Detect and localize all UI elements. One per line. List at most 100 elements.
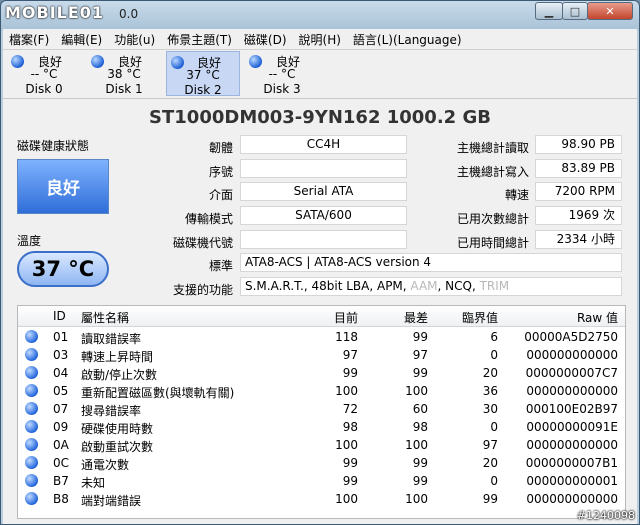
attr-id: B7	[53, 474, 69, 488]
attr-raw: 000100E02B97	[525, 402, 618, 416]
status-dot-icon	[25, 420, 38, 433]
table-row[interactable]: 01 讀取錯誤率 118 99 6 00000A5D2750	[18, 328, 625, 346]
table-row[interactable]: 09 硬碟使用時數 98 98 0 00000000091E	[18, 418, 625, 436]
attr-worst: 97	[412, 348, 428, 362]
attr-current: 99	[342, 456, 358, 470]
table-row[interactable]: 0A 啟動重試次數 100 100 97 000000000000	[18, 436, 625, 454]
attr-threshold: 0	[490, 348, 498, 362]
status-dot-icon	[25, 438, 38, 451]
attr-name: 端對端錯誤	[81, 494, 142, 508]
attr-id: 04	[53, 366, 69, 380]
attr-threshold: 6	[490, 330, 498, 344]
status-dot-icon	[25, 348, 38, 361]
table-row[interactable]: 04 啟動/停止次數 99 99 20 0000000007C7	[18, 364, 625, 382]
disk-tab-2[interactable]: 良好 37 °C Disk 2	[166, 51, 240, 97]
attr-worst: 98	[412, 420, 428, 434]
status-dot-icon	[25, 492, 38, 505]
table-row[interactable]: 07 搜尋錯誤率 72 60 30 000100E02B97	[18, 400, 625, 418]
attr-worst: 100	[405, 438, 428, 452]
health-status-button[interactable]: 良好	[17, 159, 109, 214]
disk-tab-0[interactable]: 良好 -- °C Disk 0	[7, 51, 81, 96]
menu-help[interactable]: 說明(H)	[293, 31, 347, 48]
close-icon: ✕	[605, 4, 615, 18]
disk-name: Disk 3	[263, 82, 301, 96]
drive-letter-value	[240, 230, 407, 249]
maximize-icon: □	[569, 4, 581, 18]
disk-name: Disk 2	[184, 83, 222, 97]
attr-name: 讀取錯誤率	[81, 332, 142, 346]
attr-id: 03	[53, 348, 69, 362]
attr-threshold: 0	[490, 420, 498, 434]
menu-disk[interactable]: 磁碟(D)	[238, 31, 293, 48]
attr-id: 01	[53, 330, 69, 344]
table-row[interactable]: 05 重新配置磁區數(與壞軌有關) 100 100 36 00000000000…	[18, 382, 625, 400]
col-raw[interactable]: Raw 值	[538, 309, 618, 326]
attr-worst: 100	[405, 384, 428, 398]
transfer-mode-label: 傳輸模式	[184, 212, 233, 226]
attr-name: 未知	[81, 476, 106, 490]
attr-worst: 99	[412, 330, 428, 344]
title-bar: MOBILE01 0.0 ▁ □ ✕	[1, 1, 639, 27]
smart-attributes-table[interactable]: ID 屬性名稱 目前 最差 臨界值 Raw 值 01 讀取錯誤率 118 99 …	[17, 305, 626, 519]
app-window: MOBILE01 0.0 ▁ □ ✕ 檔案(F) 編輯(E) 功能(u) 佈景主…	[0, 0, 640, 525]
power-hours-label: 已用時間總計	[456, 236, 529, 250]
attr-worst: 99	[412, 366, 428, 380]
status-dot-icon	[25, 384, 38, 397]
logo-watermark: MOBILE01	[5, 3, 105, 22]
attr-id: 07	[53, 402, 69, 416]
menu-language[interactable]: 語言(L)(Language)	[347, 31, 468, 48]
status-dot-icon	[25, 330, 38, 343]
feature-ncq: , NCQ,	[437, 279, 480, 293]
menu-theme[interactable]: 佈景主題(T)	[161, 31, 238, 48]
menu-function[interactable]: 功能(u)	[108, 31, 161, 48]
attr-id: B8	[53, 492, 69, 506]
feature-aam: AAM	[410, 279, 438, 293]
menu-edit[interactable]: 編輯(E)	[55, 31, 108, 48]
rotation-label: 轉速	[504, 188, 529, 202]
status-dot-icon	[25, 402, 38, 415]
menu-file[interactable]: 檔案(F)	[3, 31, 55, 48]
attr-id: 09	[53, 420, 69, 434]
maximize-button[interactable]: □	[562, 2, 588, 20]
attr-name: 啟動重試次數	[81, 440, 154, 454]
firmware-value: CC4H	[240, 135, 407, 154]
attr-threshold: 99	[482, 492, 498, 506]
table-row[interactable]: 03 轉速上昇時間 97 97 0 000000000000	[18, 346, 625, 364]
col-current[interactable]: 目前	[318, 309, 358, 326]
host-reads-label: 主機總計讀取	[456, 141, 529, 155]
col-threshold[interactable]: 臨界值	[448, 309, 498, 326]
minimize-icon: ▁	[544, 4, 554, 18]
attr-raw: 0000000007B1	[525, 456, 618, 470]
attr-id: 0C	[53, 456, 70, 470]
col-id[interactable]: ID	[53, 309, 66, 323]
disk-tab-1[interactable]: 良好 38 °C Disk 1	[87, 51, 161, 96]
serial-label: 序號	[208, 165, 233, 179]
attr-current: 100	[335, 438, 358, 452]
col-worst[interactable]: 最差	[388, 309, 428, 326]
attr-threshold: 36	[482, 384, 498, 398]
table-row[interactable]: 0C 通電次數 99 99 20 0000000007B1	[18, 454, 625, 472]
attr-name: 搜尋錯誤率	[81, 404, 142, 418]
attr-current: 99	[342, 366, 358, 380]
disk-temp: 38 °C	[107, 67, 141, 81]
attr-threshold: 20	[482, 366, 498, 380]
interface-value: Serial ATA	[240, 182, 407, 201]
disk-tab-3[interactable]: 良好 -- °C Disk 3	[245, 51, 319, 96]
attr-raw: 000000000000	[526, 384, 618, 398]
col-attribute-name[interactable]: 屬性名稱	[81, 309, 129, 326]
feature-trim: TRIM	[479, 279, 510, 293]
disk-temp: -- °C	[268, 67, 296, 81]
attr-name: 啟動/停止次數	[81, 368, 158, 382]
close-button[interactable]: ✕	[587, 2, 633, 20]
host-reads-value: 98.90 PB	[535, 135, 622, 154]
attr-current: 100	[335, 492, 358, 506]
attr-id: 0A	[53, 438, 69, 452]
power-count-value: 1969 次	[535, 206, 622, 225]
attr-threshold: 0	[490, 474, 498, 488]
table-row[interactable]: B8 端對端錯誤 100 100 99 000000000000	[18, 490, 625, 508]
disk-temp: -- °C	[30, 67, 58, 81]
minimize-button[interactable]: ▁	[535, 2, 563, 20]
standard-value: ATA8-ACS | ATA8-ACS version 4	[240, 253, 622, 272]
attr-worst: 99	[412, 474, 428, 488]
table-row[interactable]: B7 未知 99 99 0 000000000001	[18, 472, 625, 490]
